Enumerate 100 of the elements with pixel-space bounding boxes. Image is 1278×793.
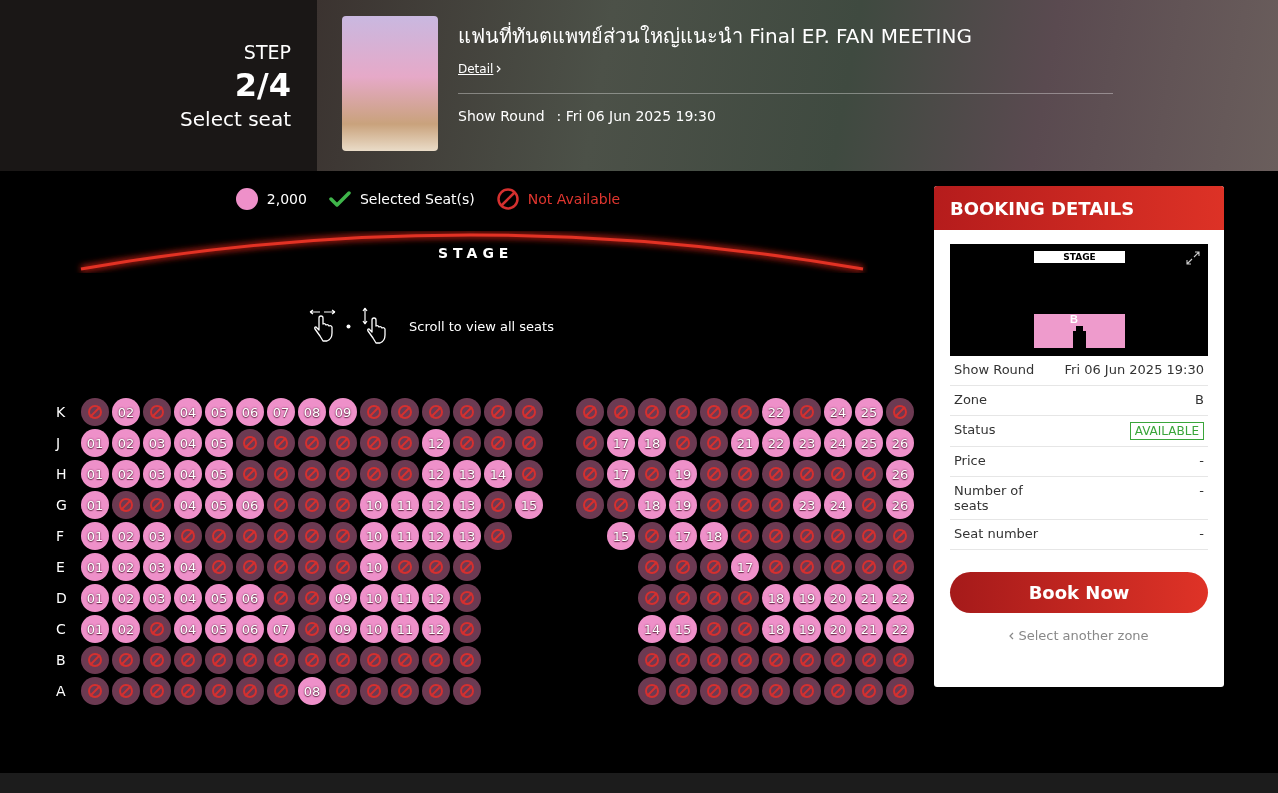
seat-button[interactable]: 07: [267, 615, 295, 643]
seat-button[interactable]: 20: [824, 584, 852, 612]
seat-button[interactable]: 02: [112, 429, 140, 457]
seat-button[interactable]: 02: [112, 615, 140, 643]
seat-button[interactable]: 17: [731, 553, 759, 581]
seat-button[interactable]: 09: [329, 615, 357, 643]
seat-button[interactable]: 18: [638, 429, 666, 457]
seat-button[interactable]: 01: [81, 491, 109, 519]
seat-button[interactable]: 03: [143, 429, 171, 457]
seat-button[interactable]: 03: [143, 584, 171, 612]
seat-button[interactable]: 05: [205, 584, 233, 612]
seat-button[interactable]: 25: [855, 398, 883, 426]
seat-button[interactable]: 06: [236, 584, 264, 612]
seat-button[interactable]: 22: [886, 584, 914, 612]
seat-button[interactable]: 13: [453, 460, 481, 488]
seat-button[interactable]: 24: [824, 398, 852, 426]
seat-button[interactable]: 05: [205, 491, 233, 519]
seat-button[interactable]: 03: [143, 522, 171, 550]
seat-button[interactable]: 11: [391, 584, 419, 612]
seat-button[interactable]: 01: [81, 553, 109, 581]
seat-button[interactable]: 18: [762, 615, 790, 643]
seat-button[interactable]: 08: [298, 677, 326, 705]
seat-button[interactable]: 26: [886, 429, 914, 457]
select-zone-link[interactable]: Select another zone: [1018, 628, 1149, 643]
seat-button[interactable]: 12: [422, 460, 450, 488]
seat-button[interactable]: 24: [824, 429, 852, 457]
seat-button[interactable]: 04: [174, 615, 202, 643]
seat-button[interactable]: 26: [886, 491, 914, 519]
seat-button[interactable]: 17: [607, 460, 635, 488]
seat-button[interactable]: 07: [267, 398, 295, 426]
seat-button[interactable]: 21: [855, 584, 883, 612]
seat-button[interactable]: 23: [793, 429, 821, 457]
seat-button[interactable]: 10: [360, 553, 388, 581]
seat-button[interactable]: 11: [391, 491, 419, 519]
seat-button[interactable]: 18: [700, 522, 728, 550]
seat-button[interactable]: 04: [174, 584, 202, 612]
seat-button[interactable]: 12: [422, 584, 450, 612]
seat-button[interactable]: 13: [453, 522, 481, 550]
seat-button[interactable]: 06: [236, 615, 264, 643]
seat-button[interactable]: 12: [422, 491, 450, 519]
seat-button[interactable]: 12: [422, 615, 450, 643]
seat-button[interactable]: 01: [81, 522, 109, 550]
seat-button[interactable]: 05: [205, 615, 233, 643]
detail-link[interactable]: Detail: [458, 62, 494, 76]
seat-button[interactable]: 05: [205, 460, 233, 488]
seat-button[interactable]: 24: [824, 491, 852, 519]
seat-button[interactable]: 02: [112, 398, 140, 426]
seat-button[interactable]: 02: [112, 553, 140, 581]
seat-button[interactable]: 20: [824, 615, 852, 643]
seat-button[interactable]: 01: [81, 615, 109, 643]
seat-button[interactable]: 01: [81, 584, 109, 612]
seat-button[interactable]: 04: [174, 553, 202, 581]
seat-button[interactable]: 10: [360, 615, 388, 643]
seat-button[interactable]: 04: [174, 429, 202, 457]
seat-button[interactable]: 19: [669, 491, 697, 519]
seat-button[interactable]: 19: [793, 584, 821, 612]
seat-button[interactable]: 06: [236, 398, 264, 426]
seat-button[interactable]: 25: [855, 429, 883, 457]
seat-button[interactable]: 26: [886, 460, 914, 488]
seat-button[interactable]: 10: [360, 584, 388, 612]
seat-button[interactable]: 12: [422, 522, 450, 550]
seat-button[interactable]: 05: [205, 398, 233, 426]
seat-button[interactable]: 04: [174, 460, 202, 488]
seat-button[interactable]: 22: [762, 398, 790, 426]
seat-button[interactable]: 03: [143, 553, 171, 581]
seat-button[interactable]: 08: [298, 398, 326, 426]
seat-button[interactable]: 14: [638, 615, 666, 643]
seat-button[interactable]: 01: [81, 460, 109, 488]
seat-button[interactable]: 10: [360, 522, 388, 550]
seat-button[interactable]: 21: [731, 429, 759, 457]
seat-button[interactable]: 15: [515, 491, 543, 519]
seat-button[interactable]: 06: [236, 491, 264, 519]
seat-button[interactable]: 09: [329, 584, 357, 612]
book-now-button[interactable]: Book Now: [950, 572, 1208, 613]
seat-button[interactable]: 19: [669, 460, 697, 488]
seat-button[interactable]: 21: [855, 615, 883, 643]
seat-button[interactable]: 12: [422, 429, 450, 457]
seat-button[interactable]: 17: [607, 429, 635, 457]
seat-button[interactable]: 22: [762, 429, 790, 457]
seat-button[interactable]: 14: [484, 460, 512, 488]
seat-button[interactable]: 11: [391, 522, 419, 550]
seat-button[interactable]: 02: [112, 460, 140, 488]
seat-button[interactable]: 02: [112, 522, 140, 550]
seat-button[interactable]: 10: [360, 491, 388, 519]
seat-button[interactable]: 13: [453, 491, 481, 519]
seat-button[interactable]: 15: [607, 522, 635, 550]
seat-button[interactable]: 05: [205, 429, 233, 457]
seat-button[interactable]: 04: [174, 491, 202, 519]
seat-button[interactable]: 11: [391, 615, 419, 643]
seat-button[interactable]: 19: [793, 615, 821, 643]
seat-button[interactable]: 02: [112, 584, 140, 612]
seat-button[interactable]: 23: [793, 491, 821, 519]
seat-button[interactable]: 18: [638, 491, 666, 519]
seat-button[interactable]: 17: [669, 522, 697, 550]
seat-button[interactable]: 09: [329, 398, 357, 426]
seat-button[interactable]: 04: [174, 398, 202, 426]
seat-button[interactable]: 01: [81, 429, 109, 457]
seat-button[interactable]: 15: [669, 615, 697, 643]
seat-button[interactable]: 18: [762, 584, 790, 612]
seat-button[interactable]: 03: [143, 460, 171, 488]
